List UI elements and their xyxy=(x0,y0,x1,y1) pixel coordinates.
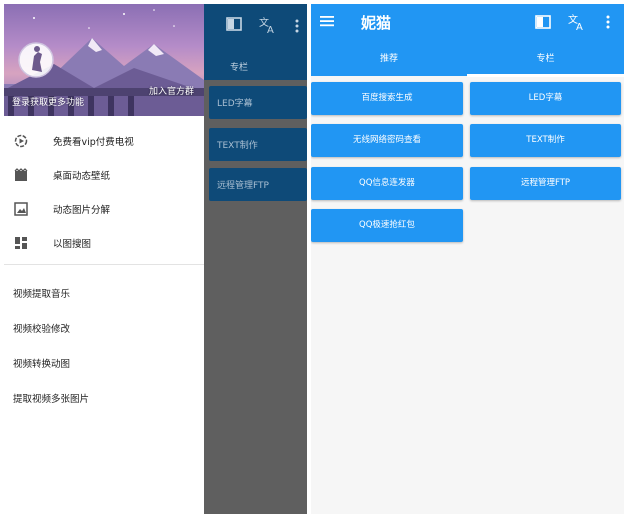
menu-item-video-extract-music[interactable]: 视频提取音乐 xyxy=(4,278,204,308)
menu-item-label: 视频提取音乐 xyxy=(13,289,71,300)
qq-message-sender-button[interactable]: QQ信息连发器 xyxy=(311,167,463,200)
menu-item-video-to-gif[interactable]: 视频转换动图 xyxy=(4,348,204,378)
led-subtitle-button[interactable]: LED字幕 xyxy=(470,82,621,115)
menu-item-label: 以图搜图 xyxy=(53,239,92,250)
menu-item-gif-decompose[interactable]: 动态图片分解 xyxy=(4,192,204,226)
join-group-link[interactable]: 加入官方群 xyxy=(149,84,194,97)
menu-item-label: 视频转换动图 xyxy=(13,359,71,370)
book-icon xyxy=(226,17,242,35)
login-prompt[interactable]: 登录获取更多功能 xyxy=(12,95,84,108)
svg-text:A: A xyxy=(267,25,274,34)
menu-item-label: 免费看vip付费电视 xyxy=(53,137,134,148)
drawer-header: 加入官方群 登录获取更多功能 xyxy=(4,4,204,116)
tab-indicator xyxy=(467,74,624,77)
menu-item-live-wallpaper[interactable]: 桌面动态壁纸 xyxy=(4,158,204,192)
translate-icon: 文A xyxy=(259,16,277,38)
hamburger-menu-icon[interactable] xyxy=(319,13,335,29)
dashboard-grid-icon xyxy=(15,237,27,249)
menu-item-image-search[interactable]: 以图搜图 xyxy=(4,226,204,260)
remote-ftp-button[interactable]: 远程管理FTP xyxy=(470,167,621,200)
dimmed-card-label: TEXT制作 xyxy=(217,141,258,151)
more-vert-icon xyxy=(295,18,299,37)
text-make-button[interactable]: TEXT制作 xyxy=(470,124,621,157)
play-circle-icon xyxy=(14,134,28,148)
app-title: 妮猫 xyxy=(361,14,392,32)
app-bar: 妮猫 文A xyxy=(311,4,624,42)
menu-item-label: 桌面动态壁纸 xyxy=(53,171,111,182)
movie-clapper-icon xyxy=(14,168,28,181)
tab-recommend[interactable]: 推荐 xyxy=(311,42,467,76)
menu-item-label: 视频校验修改 xyxy=(13,324,71,335)
wifi-password-button[interactable]: 无线网络密码查看 xyxy=(311,124,463,157)
right-screenshot: 妮猫 文A 推荐 专栏 百度搜索生成 LED字幕 无线网络密码查看 TEXT制作… xyxy=(311,4,624,514)
dimmed-card-ftp: 远程管理FTP xyxy=(209,168,307,201)
translate-icon[interactable]: 文A xyxy=(568,13,586,31)
left-screenshot: 文A 专栏 LED字幕 TEXT制作 远程管理FTP 加入官方群 登录获取更多功… xyxy=(4,4,307,514)
dimmed-tab-bar: 专栏 xyxy=(204,52,307,80)
dimmed-tab-column: 专栏 xyxy=(230,63,249,73)
tab-bar: 推荐 专栏 xyxy=(311,42,624,76)
dimmed-card-text: TEXT制作 xyxy=(209,128,307,161)
navigation-drawer: 加入官方群 登录获取更多功能 免费看vip付费电视 桌面动态壁纸 动态图片分解 … xyxy=(4,4,204,514)
menu-item-label: 动态图片分解 xyxy=(53,205,111,216)
menu-item-video-extract-frames[interactable]: 提取视频多张图片 xyxy=(4,383,204,413)
baidu-search-button[interactable]: 百度搜索生成 xyxy=(311,82,463,115)
image-icon xyxy=(14,202,28,216)
dimmed-card-label: 远程管理FTP xyxy=(217,181,269,191)
dimmed-app-bar: 文A xyxy=(204,4,307,52)
menu-item-free-vip-tv[interactable]: 免费看vip付费电视 xyxy=(4,124,204,158)
more-vert-icon[interactable] xyxy=(606,15,610,29)
svg-text:A: A xyxy=(576,22,583,31)
dimmed-card-led: LED字幕 xyxy=(209,86,307,119)
drawer-divider xyxy=(4,264,204,265)
dimmed-card-label: LED字幕 xyxy=(217,99,253,109)
menu-item-video-verify-edit[interactable]: 视频校验修改 xyxy=(4,313,204,343)
qq-red-packet-button[interactable]: QQ极速抢红包 xyxy=(311,209,463,242)
tab-column[interactable]: 专栏 xyxy=(467,42,624,76)
book-icon[interactable] xyxy=(535,15,551,29)
menu-item-label: 提取视频多张图片 xyxy=(13,394,90,405)
